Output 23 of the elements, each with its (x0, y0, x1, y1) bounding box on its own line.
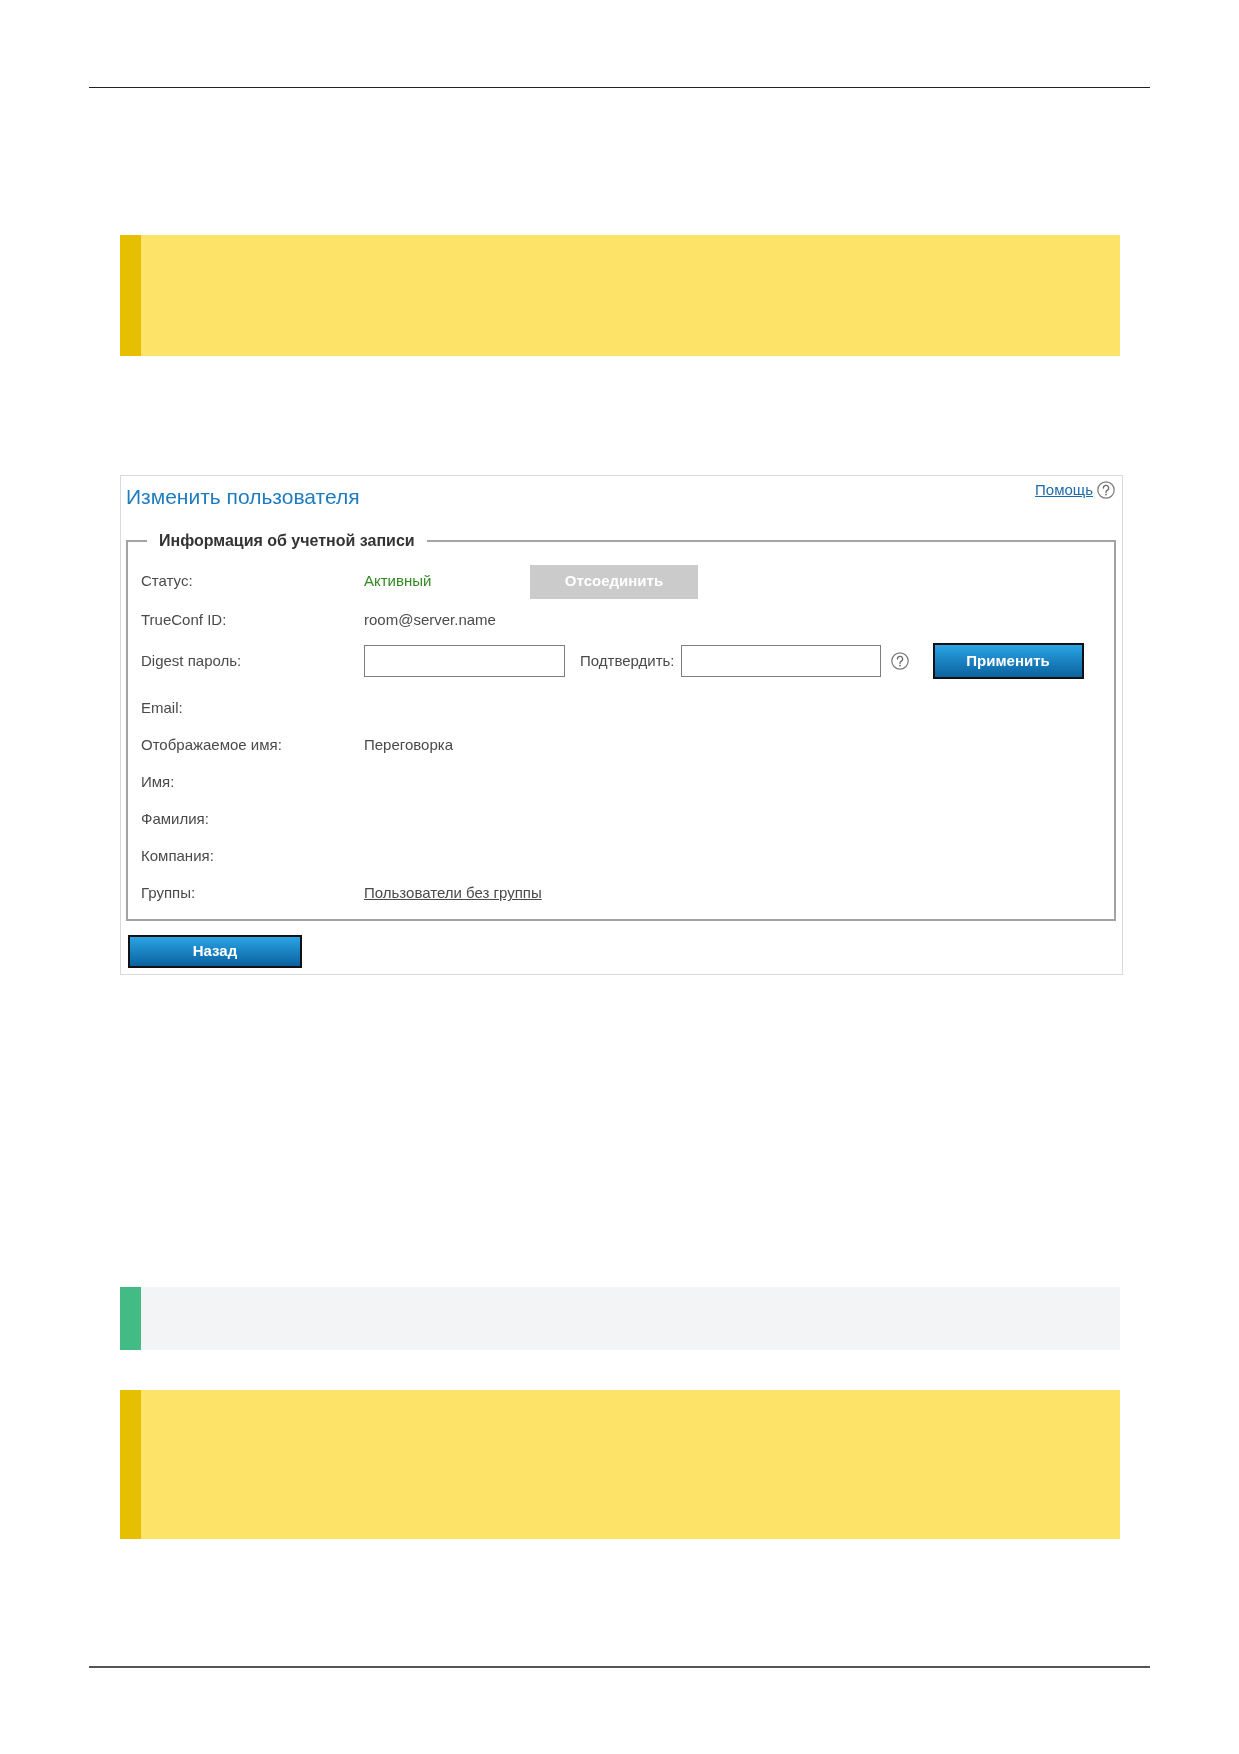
help-icon[interactable] (1097, 481, 1115, 499)
field-value: room@server.name (364, 610, 496, 631)
status-value: Активный (364, 571, 433, 592)
confirm-password-field[interactable] (680, 645, 881, 677)
field-label: Подтвердить: (580, 650, 675, 671)
password-field[interactable] (364, 645, 565, 677)
fieldset-legend: Информация об учетной записи (147, 531, 427, 551)
field-label: Email: (141, 698, 184, 719)
help-link[interactable]: Помощь (1035, 481, 1093, 499)
panel-title: Изменить пользователя (126, 485, 360, 509)
field-label: Отображаемое имя: (141, 735, 283, 756)
group-link[interactable]: Пользователи без группы (364, 882, 542, 905)
field-label: Статус: (141, 571, 194, 592)
field-label: Digest пароль: (141, 650, 243, 671)
apply-button[interactable]: Применить (932, 643, 1084, 679)
help-icon[interactable] (890, 652, 909, 670)
field-label: TrueConf ID: (141, 610, 228, 631)
field-label: Фамилия: (141, 809, 210, 830)
field-value: Переговорка (364, 735, 453, 756)
field-label: Группы: (141, 883, 197, 904)
field-label: Имя: (141, 772, 176, 793)
back-button[interactable]: Назад (128, 935, 302, 968)
field-label: Компания: (141, 846, 215, 867)
